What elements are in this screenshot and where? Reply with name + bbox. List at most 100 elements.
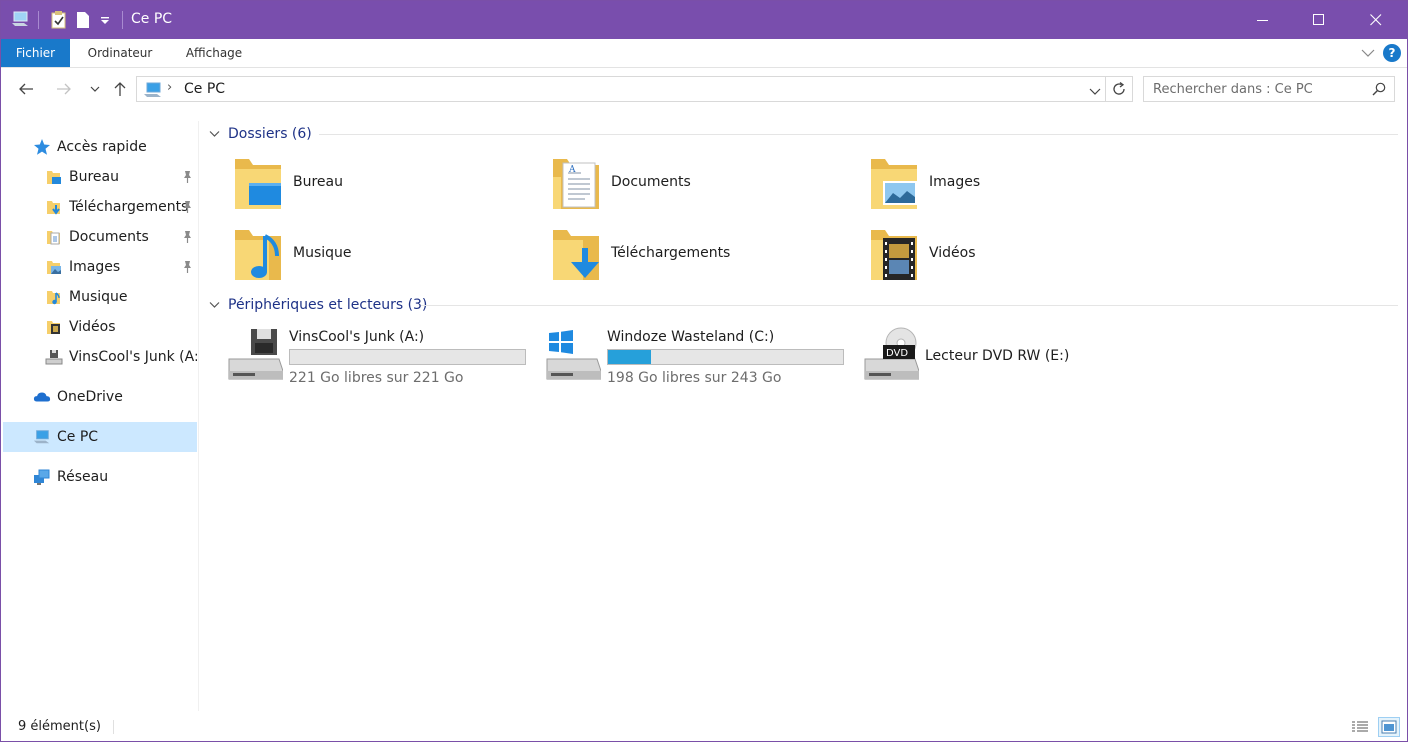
pin-icon[interactable] [181,230,193,248]
group-title: Dossiers (6) [228,126,312,142]
group-divider [319,134,1398,135]
drive-usage-bar [289,349,526,365]
separator [122,11,123,29]
folder-tile-images[interactable]: Images [867,151,1167,215]
sidebar-item-vinscools-junk[interactable]: VinsCool's Junk (A:) [45,342,197,372]
chevron-down-icon[interactable] [209,126,220,142]
separator [38,11,39,29]
separator [113,720,114,734]
documents-folder-icon [45,228,63,246]
customize-dropdown-icon[interactable] [100,14,110,30]
drive-tile-e[interactable]: DVD Lecteur DVD RW (E:) [863,325,1163,389]
recent-locations-icon[interactable] [84,78,106,100]
tab-ordinateur[interactable]: Ordinateur [79,39,161,67]
downloads-folder-icon [45,198,63,216]
details-view-icon[interactable] [1349,717,1371,737]
maximize-button[interactable] [1296,1,1342,39]
folder-name: Documents [611,174,691,190]
group-divider [421,305,1398,306]
desktop-folder-icon [45,168,63,186]
expand-ribbon-icon[interactable] [1361,46,1375,62]
folder-tile-bureau[interactable]: Bureau [231,151,531,215]
documents-folder-icon: A [549,151,605,215]
chevron-down-icon[interactable] [1089,84,1101,100]
floppy-drive-icon [227,325,284,389]
sidebar-item-telechargements[interactable]: Téléchargements [45,192,197,222]
drive-tile-a[interactable]: VinsCool's Junk (A:) 221 Go libres sur 2… [227,325,527,389]
pictures-folder-icon [867,151,923,215]
dvd-drive-icon: DVD [863,325,920,389]
folder-tile-videos[interactable]: Vidéos [867,222,1167,286]
address-bar[interactable]: › Ce PC [136,76,1106,102]
drive-usage-fill [608,350,652,364]
ribbon-tabs: Fichier Ordinateur Affichage ? [1,39,1407,68]
folder-tile-musique[interactable]: Musique [231,222,531,286]
desktop-folder-icon [231,151,287,215]
drive-name: Windoze Wasteland (C:) [607,329,775,345]
windows-drive-icon [545,325,602,389]
folder-name: Bureau [293,174,343,190]
group-header-dossiers[interactable]: Dossiers (6) [209,122,312,146]
drive-free-space: 221 Go libres sur 221 Go [289,370,464,386]
cloud-icon [33,388,51,406]
star-icon [33,138,51,156]
drive-name: VinsCool's Junk (A:) [289,329,425,345]
search-icon[interactable] [1372,82,1386,100]
navigation-pane: Accès rapide Bureau Téléchargements Docu… [1,121,199,711]
status-bar: 9 élément(s) [1,713,1407,741]
pin-icon[interactable] [181,260,193,278]
computer-icon [143,82,163,102]
folder-name: Téléchargements [611,245,731,261]
sidebar-item-ce-pc[interactable]: Ce PC [3,422,197,452]
chevron-down-icon[interactable] [209,297,220,313]
group-title: Périphériques et lecteurs (3) [228,297,428,313]
group-header-peripheriques[interactable]: Périphériques et lecteurs (3) [209,293,427,317]
minimize-button[interactable] [1240,1,1286,39]
properties-icon[interactable] [51,11,67,33]
tab-affichage[interactable]: Affichage [175,39,253,67]
breadcrumb-separator[interactable]: › [167,80,172,95]
up-button[interactable] [109,78,131,100]
floppy-drive-icon [45,348,63,366]
sidebar-item-musique[interactable]: Musique [45,282,197,312]
drive-tile-c[interactable]: Windoze Wasteland (C:) 198 Go libres sur… [545,325,845,389]
svg-text:DVD: DVD [886,348,908,359]
breadcrumb-ce-pc[interactable]: Ce PC [184,81,225,97]
title-bar: Ce PC [1,1,1407,39]
sidebar-item-label: Téléchargements [69,199,189,215]
tab-fichier[interactable]: Fichier [1,39,70,67]
computer-icon [33,428,51,446]
sidebar-item-label: Vidéos [69,319,116,335]
new-folder-icon[interactable] [76,11,90,33]
sidebar-item-label: Réseau [57,469,109,485]
sidebar-item-bureau[interactable]: Bureau [45,162,197,192]
folder-name: Images [929,174,981,190]
sidebar-item-videos[interactable]: Vidéos [45,312,197,342]
pin-icon[interactable] [181,170,193,188]
search-box[interactable] [1143,76,1395,102]
downloads-folder-icon [549,222,605,286]
help-icon[interactable]: ? [1383,44,1401,62]
search-input[interactable] [1144,77,1364,101]
pin-icon[interactable] [181,200,193,218]
drive-name: Lecteur DVD RW (E:) [925,348,1070,364]
sidebar-item-acces-rapide[interactable]: Accès rapide [33,132,197,162]
large-icons-view-icon[interactable] [1378,717,1400,737]
sidebar-item-onedrive[interactable]: OneDrive [33,382,197,412]
computer-icon[interactable] [11,11,29,31]
drive-free-space: 198 Go libres sur 243 Go [607,370,782,386]
sidebar-item-label: OneDrive [57,389,123,405]
sidebar-item-reseau[interactable]: Réseau [33,462,197,492]
folder-tile-documents[interactable]: A Documents [549,151,849,215]
refresh-button[interactable] [1106,76,1133,102]
back-button[interactable] [15,78,37,100]
content-pane: Dossiers (6) Bureau A Documents Images M… [201,111,1407,711]
music-folder-icon [45,288,63,306]
videos-folder-icon [867,222,923,286]
sidebar-item-label: Images [69,259,121,275]
forward-button[interactable] [53,78,75,100]
sidebar-item-documents[interactable]: Documents [45,222,197,252]
close-button[interactable] [1353,1,1399,39]
folder-tile-telechargements[interactable]: Téléchargements [549,222,849,286]
sidebar-item-images[interactable]: Images [45,252,197,282]
